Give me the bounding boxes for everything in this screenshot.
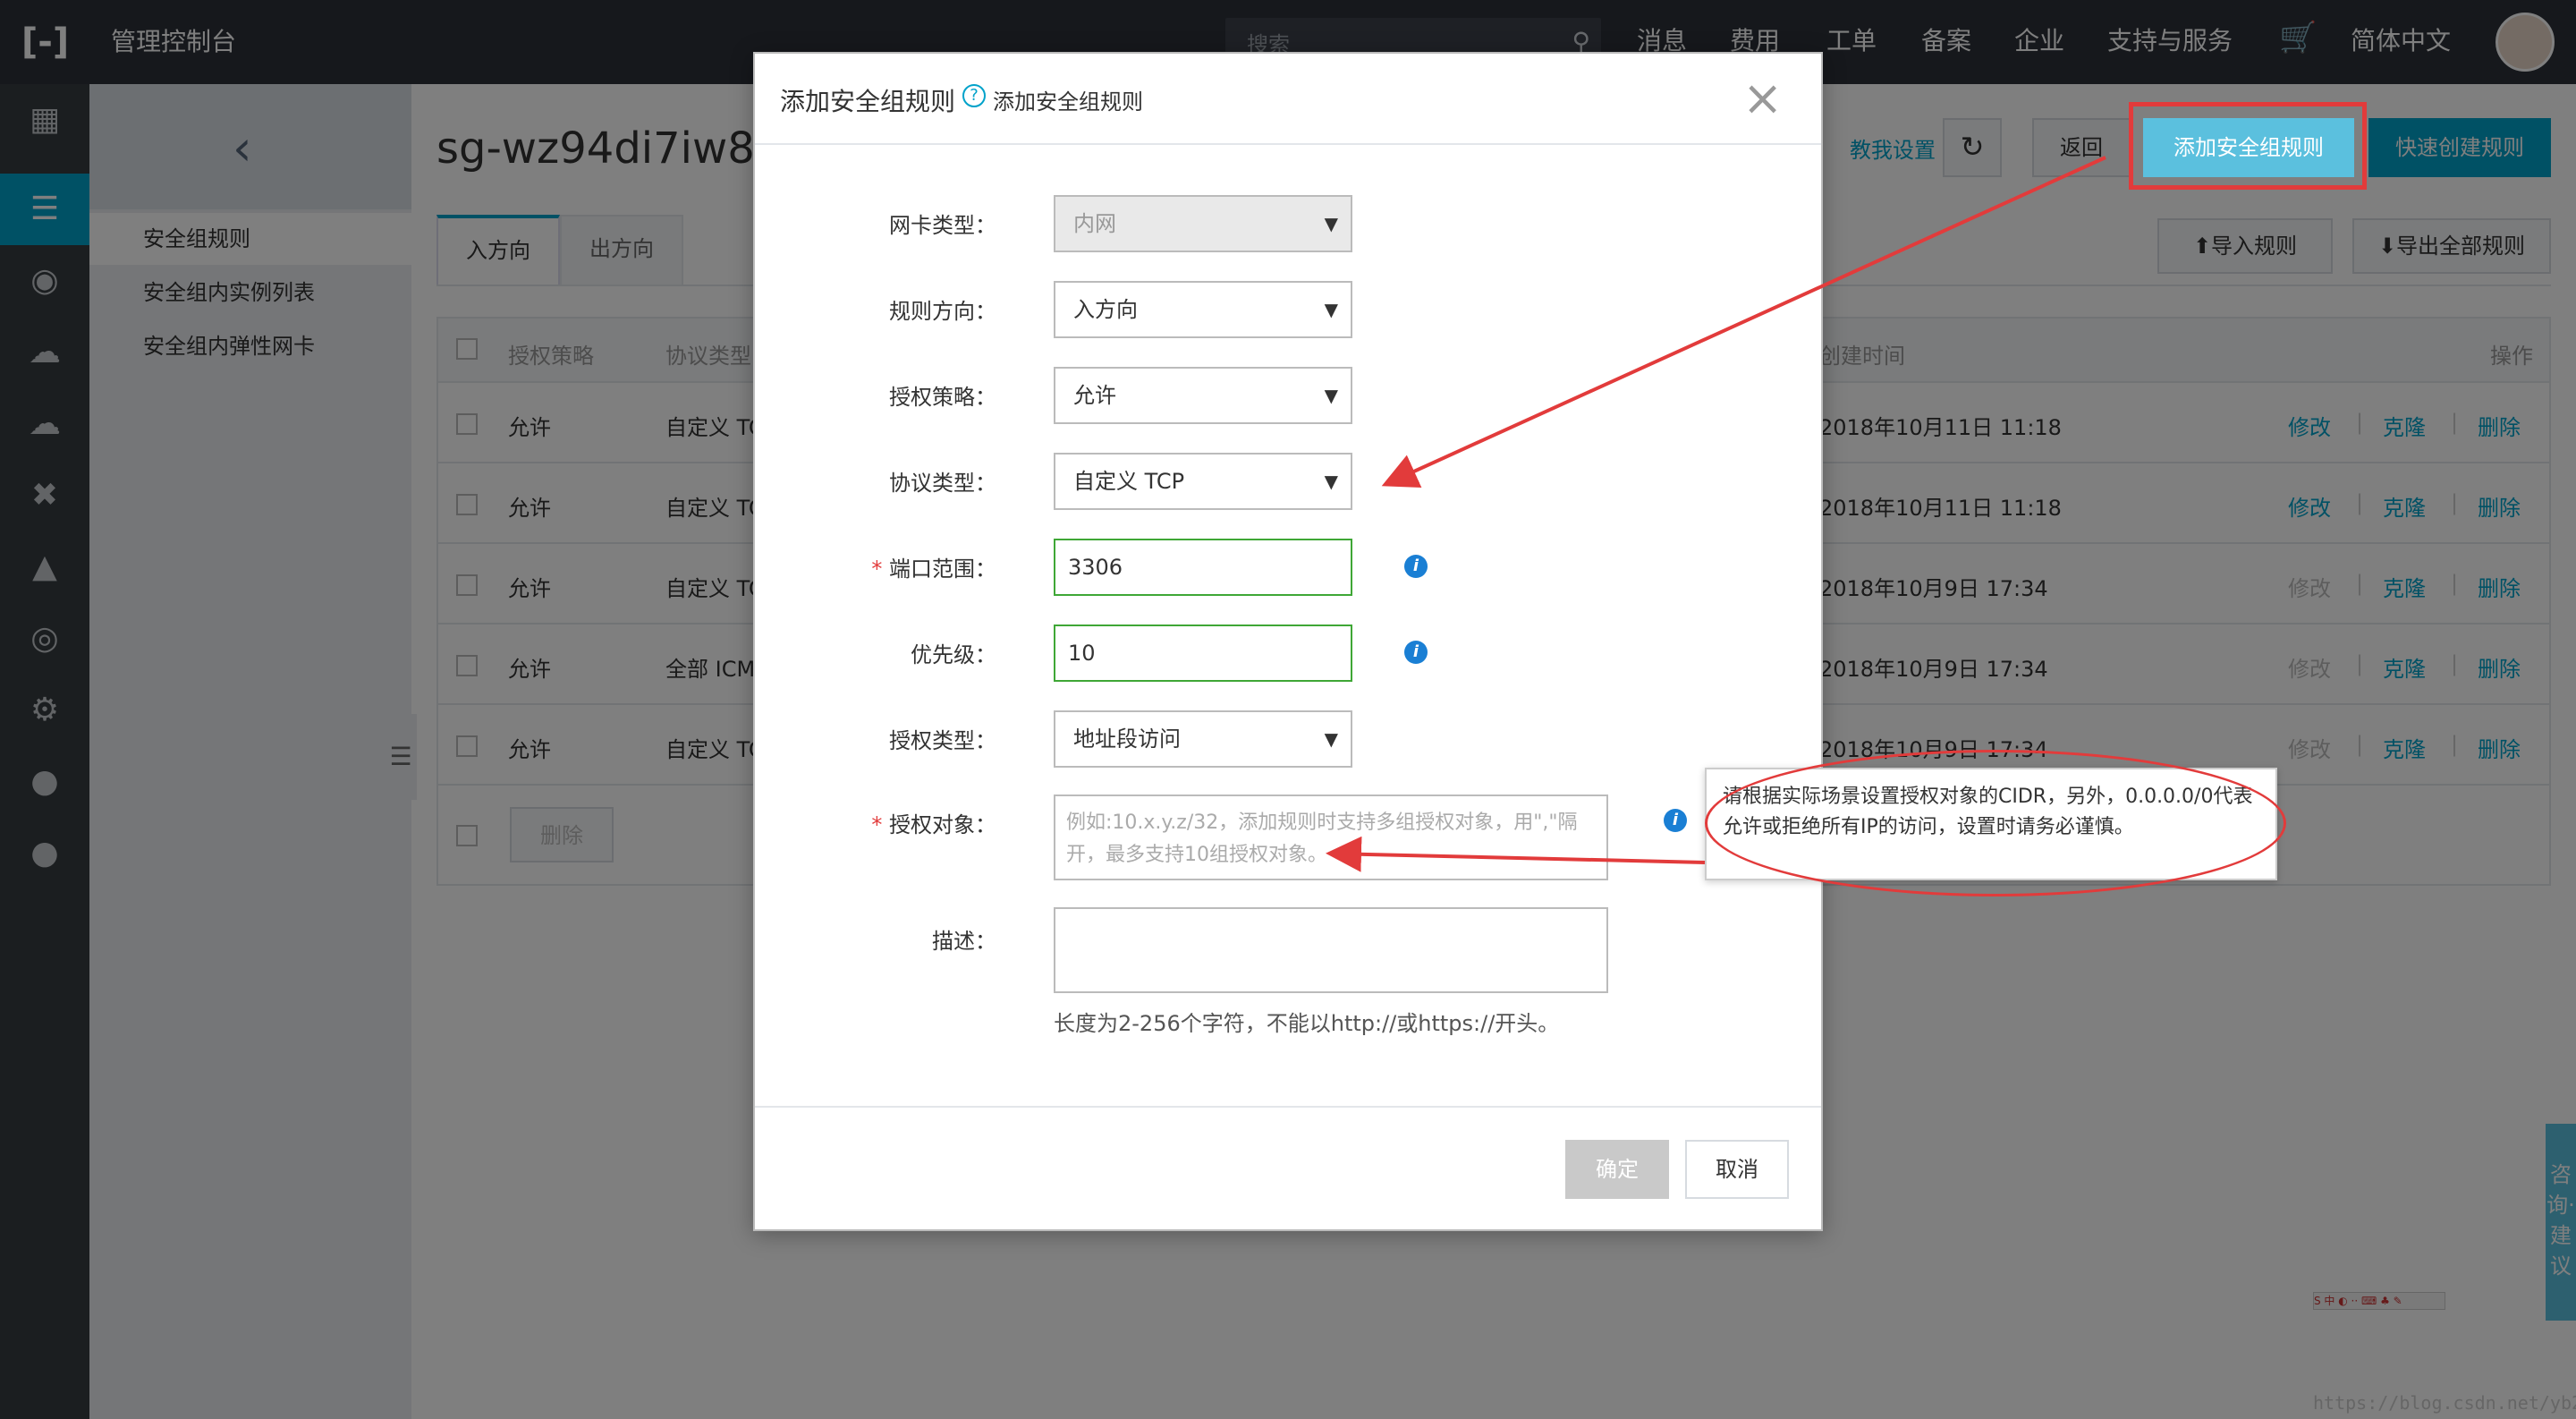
arrow-to-protocol [1381, 156, 2106, 488]
arrow-to-auth-target [1326, 836, 1706, 872]
annotation-arrows [1326, 156, 2106, 872]
